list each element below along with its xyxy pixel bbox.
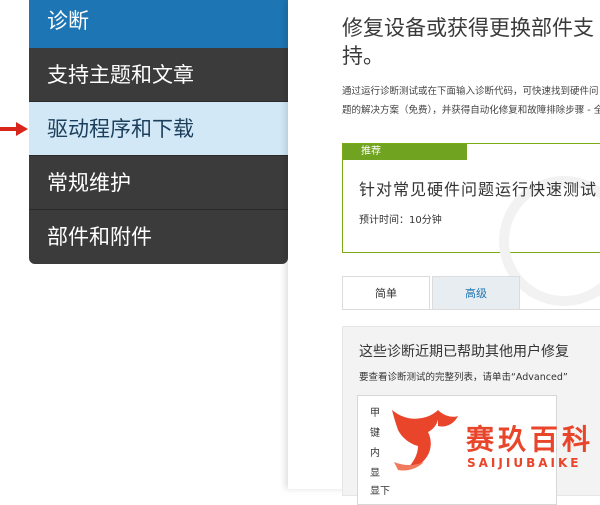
sidebar-item-diagnostics[interactable]: 诊断 [29, 0, 288, 48]
watermark-logo-text: 赛玖百科 [466, 423, 595, 456]
panel-note: 要查看诊断测试的完整列表，请单击“Advanced” [359, 372, 568, 383]
sidebar-item-drivers-downloads[interactable]: 驱动程序和下载 [29, 102, 288, 156]
tab-advanced[interactable]: 高级 [432, 276, 520, 310]
red-arrow-marker-icon [0, 122, 28, 136]
recommended-card[interactable]: 推荐 针对常见硬件问题运行快速测试 预计时间：10分钟 [342, 143, 600, 306]
panel-title: 这些诊断近期已帮助其他用户修复 [359, 344, 569, 360]
tabs-divider [342, 309, 600, 310]
list-item[interactable]: 显下 [370, 482, 390, 497]
diagnostics-panel: 这些诊断近期已帮助其他用户修复 要查看诊断测试的完整列表，请单击“Advance… [342, 326, 600, 505]
diagnostic-tabs: 简单 高级 [342, 276, 600, 310]
sidebar-item-support-topics[interactable]: 支持主题和文章 [29, 48, 288, 102]
list-item[interactable]: 甲 [370, 404, 380, 419]
active-indicator-notch [270, 0, 288, 44]
list-item[interactable]: 内 [370, 444, 380, 459]
sidebar-item-maintenance[interactable]: 常规维护 [29, 156, 288, 210]
whale-tail-logo-icon [392, 410, 458, 471]
page-description: 通过运行诊断测试或在下面输入诊断代码，可快速找到硬件问题的解决方案（免费），并获… [342, 86, 600, 116]
sidebar-item-parts-accessories[interactable]: 部件和附件 [29, 210, 288, 264]
estimated-time: 预计时间：10分钟 [359, 215, 442, 226]
watermark-logo-subtext: SAIJIUBAIKE [467, 456, 582, 470]
list-item[interactable]: 显 [370, 464, 380, 479]
list-item[interactable]: 键 [370, 424, 380, 439]
sidebar-nav: 诊断 支持主题和文章 驱动程序和下载 常规维护 部件和附件 [29, 0, 288, 264]
recommended-title[interactable]: 针对常见硬件问题运行快速测试 [359, 176, 600, 200]
tab-simple[interactable]: 简单 [342, 276, 430, 310]
recommended-badge: 推荐 [343, 144, 467, 160]
page-title: 修复设备或获得更换部件支持。 [342, 16, 594, 68]
